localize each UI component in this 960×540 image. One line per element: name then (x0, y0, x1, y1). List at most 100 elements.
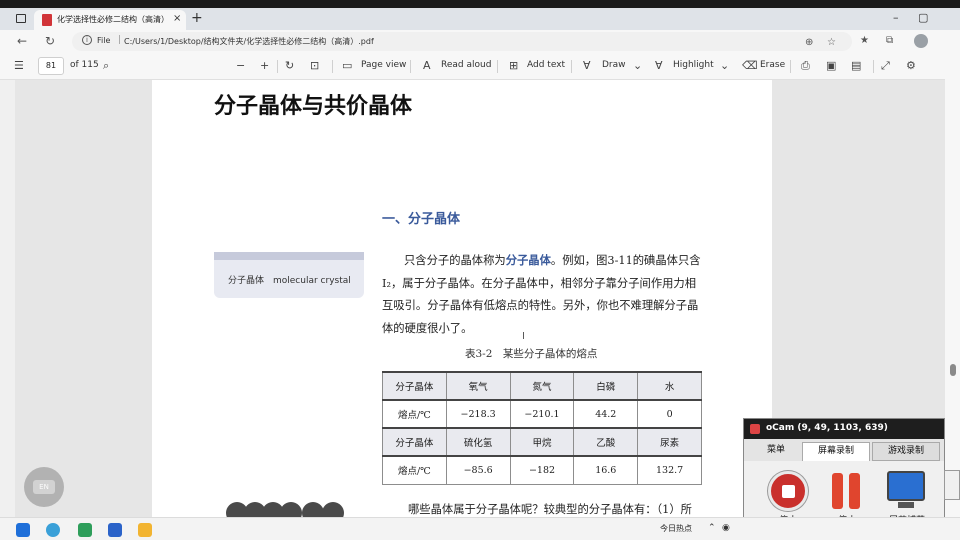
favorite-add-icon[interactable]: ☆ (827, 37, 836, 48)
page-number-input[interactable]: 81 (38, 57, 64, 75)
save-as-icon[interactable]: ▤ (851, 59, 861, 72)
divider (790, 60, 791, 73)
table-cell: 132.7 (637, 455, 702, 485)
app-icon[interactable] (46, 523, 60, 537)
table-cell: −182 (509, 455, 575, 485)
fit-page-icon[interactable]: ⊡ (310, 59, 319, 72)
start-icon[interactable] (16, 523, 30, 537)
letterbox-top (0, 0, 960, 8)
read-aloud-button[interactable]: Read aloud (441, 60, 491, 70)
search-icon[interactable]: ⌕ (103, 59, 109, 73)
table-row: 分子晶体 氧气 氮气 白磷水 (382, 371, 702, 401)
scrollbar-thumb[interactable] (950, 364, 956, 376)
pause-icon[interactable] (832, 473, 862, 509)
tab-close-button[interactable]: × (173, 13, 181, 24)
fullscreen-icon[interactable]: ⤢ (881, 59, 890, 73)
tray-chevron-icon[interactable]: ⌃ (708, 523, 716, 533)
screen-capture-icon[interactable] (887, 471, 925, 501)
divider (497, 60, 498, 73)
table-cell: −210.1 (509, 399, 575, 429)
ocam-tabs: 菜单 屏幕录制 游戏录制 (744, 439, 944, 461)
ocam-title: oCam (9, 49, 1103, 639) (766, 423, 888, 433)
app-icon[interactable] (78, 523, 92, 537)
eraser-icon[interactable]: ⌫ (742, 59, 758, 72)
zoom-in-button[interactable]: + (260, 59, 269, 72)
table-cell: 16.6 (573, 455, 639, 485)
browser-tab[interactable]: 化学选择性必修二结构（高清） × (34, 10, 186, 30)
table-cell: 氧气 (445, 371, 511, 401)
folder-icon[interactable] (138, 523, 152, 537)
draw-dropdown-chevron-icon[interactable]: ⌄ (633, 59, 642, 72)
minimize-button[interactable]: – (893, 11, 899, 24)
table-row-header: 分子晶体 (382, 371, 447, 401)
ocam-titlebar[interactable]: oCam (9, 49, 1103, 639) (744, 419, 944, 439)
table-caption: 表3-2 某些分子晶体的熔点 (465, 348, 598, 360)
print-icon[interactable]: ⎙ (801, 59, 810, 73)
divider (571, 60, 572, 73)
ocam-tab-screen-record[interactable]: 屏幕录制 (802, 442, 870, 461)
settings-gear-icon[interactable]: ⚙ (906, 59, 916, 72)
record-stop-icon[interactable] (768, 471, 808, 511)
tray-icon[interactable]: ◉ (722, 523, 730, 533)
draw-icon[interactable]: ∀ (583, 59, 591, 72)
new-tab-button[interactable]: + (191, 10, 203, 26)
read-aloud-icon[interactable]: A (423, 59, 431, 72)
tab-strip: 化学选择性必修二结构（高清） × + – ▢ (0, 8, 960, 30)
address-bar[interactable]: i File | C:/Users/1/Desktop/结构文件夹/化学选择性必… (72, 32, 852, 51)
refresh-icon[interactable]: ↻ (45, 34, 55, 48)
add-text-button[interactable]: Add text (527, 60, 565, 70)
ocam-side-panel[interactable] (944, 470, 960, 500)
table-row: 熔点/℃ −85.6 −182 16.6 132.7 (382, 455, 702, 485)
window-menu-icon[interactable] (16, 14, 26, 23)
table-row: 熔点/℃ −218.3 −210.1 44.2 0 (382, 399, 702, 429)
address-row: ← ↻ i File | C:/Users/1/Desktop/结构文件夹/化学… (0, 30, 960, 53)
draw-button[interactable]: Draw (602, 60, 626, 70)
back-icon[interactable]: ← (17, 34, 27, 48)
pdf-page[interactable]: 分子晶体与共价晶体 一、分子晶体 分子晶体 molecular crystal … (152, 80, 772, 524)
info-icon[interactable]: i (82, 35, 92, 45)
save-icon[interactable]: ▣ (826, 59, 836, 72)
table-cell: 硫化氢 (445, 427, 511, 457)
app-icon[interactable] (108, 523, 122, 537)
divider (277, 60, 278, 73)
news-widget[interactable]: 今日热点 (660, 523, 692, 534)
contents-icon[interactable]: ☰ (14, 59, 24, 72)
ocam-window[interactable]: oCam (9, 49, 1103, 639) 菜单 屏幕录制 游戏录制 停止 … (743, 418, 945, 530)
left-gutter (0, 80, 15, 517)
ocam-tab-game-record[interactable]: 游戏录制 (872, 442, 940, 461)
collections-icon[interactable]: ⧉ (886, 35, 893, 46)
restore-button[interactable]: ▢ (918, 11, 928, 24)
table-row: 分子晶体 硫化氢 甲烷 乙酸 尿素 (382, 427, 702, 457)
page-view-button[interactable]: Page view (361, 60, 406, 70)
add-text-icon[interactable]: ⊞ (509, 59, 518, 72)
rotate-icon[interactable]: ↻ (285, 59, 294, 72)
vertical-scrollbar[interactable] (945, 53, 960, 517)
highlight-dropdown-chevron-icon[interactable]: ⌄ (720, 59, 729, 72)
address-scheme: File (97, 36, 111, 45)
page-total: of 115 (70, 60, 99, 70)
address-url[interactable]: C:/Users/1/Desktop/结构文件夹/化学选择性必修二结构（高清）.… (124, 36, 374, 47)
taskbar: 今日热点 ⌃ ◉ (0, 517, 960, 540)
divider (873, 60, 874, 73)
monitor-stand (898, 502, 914, 508)
language-float-button[interactable]: EN (24, 467, 64, 507)
pdf-toolbar: ☰ 81 of 115 ⌕ − + ↻ ⊡ ▭ Page view A Read… (0, 53, 960, 80)
table-row-header: 分子晶体 (382, 427, 447, 457)
highlighted-term: 分子晶体 (505, 253, 551, 267)
keyboard-en-icon: EN (33, 480, 55, 494)
screen: 化学选择性必修二结构（高清） × + – ▢ ← ↻ i File | C:/U… (0, 0, 960, 540)
page-view-icon[interactable]: ▭ (342, 59, 352, 72)
table-row-header: 熔点/℃ (382, 399, 447, 429)
table-cell: 甲烷 (509, 427, 575, 457)
highlight-icon[interactable]: ∀ (655, 59, 663, 72)
table-cell: −85.6 (445, 455, 511, 485)
erase-button[interactable]: Erase (760, 60, 785, 70)
highlight-button[interactable]: Highlight (673, 60, 714, 70)
table-cell: 0 (637, 399, 702, 429)
zoom-icon[interactable]: ⊕ (805, 37, 813, 48)
ocam-tab-menu[interactable]: 菜单 (750, 442, 802, 461)
favorites-icon[interactable]: ★ (860, 35, 869, 46)
profile-avatar[interactable] (914, 34, 928, 48)
zoom-out-button[interactable]: − (236, 59, 245, 72)
pdf-icon (42, 14, 52, 26)
